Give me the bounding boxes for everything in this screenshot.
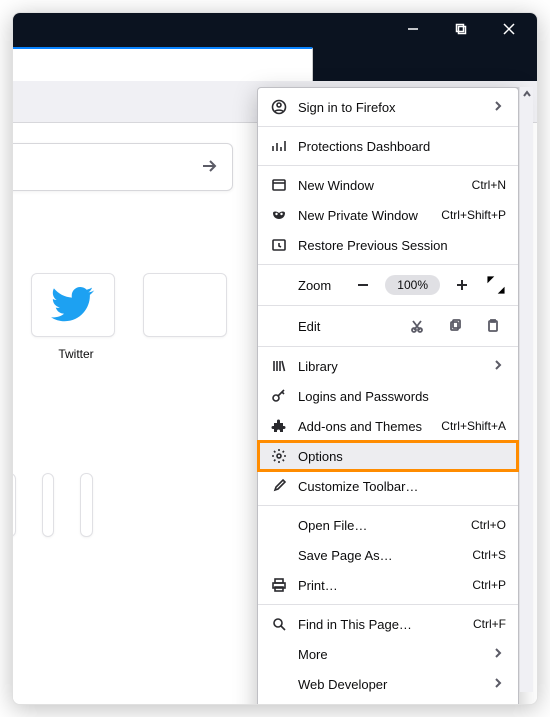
menu-label: Print… [298, 578, 462, 593]
menu-library[interactable]: Library [258, 351, 518, 381]
menu-label: Customize Toolbar… [298, 479, 506, 494]
menu-label: Logins and Passwords [298, 389, 506, 404]
menu-label: Add-ons and Themes [298, 419, 431, 434]
chevron-right-icon [492, 647, 506, 661]
menu-label: Library [298, 359, 482, 374]
mask-icon [270, 206, 288, 224]
menu-print[interactable]: Print… Ctrl+P [258, 570, 518, 600]
cut-button[interactable] [402, 314, 432, 338]
gear-icon [270, 447, 288, 465]
chevron-right-icon [492, 100, 506, 114]
menu-customize[interactable]: Customize Toolbar… [258, 471, 518, 501]
print-icon [270, 576, 288, 594]
menu-edit: Edit [258, 310, 518, 342]
menu-label: Protections Dashboard [298, 139, 506, 154]
menu-new-window[interactable]: New Window Ctrl+N [258, 170, 518, 200]
restore-icon [270, 236, 288, 254]
library-icon [270, 357, 288, 375]
browser-window: Twitter Sign in to Firefox Protections D… [12, 12, 538, 705]
twitter-icon [51, 282, 95, 329]
app-menu: Sign in to Firefox Protections Dashboard… [257, 87, 519, 705]
top-site-twitter[interactable]: Twitter [31, 273, 121, 361]
shortcut: Ctrl+P [472, 578, 506, 592]
maximize-button[interactable] [439, 13, 483, 45]
key-icon [270, 387, 288, 405]
top-site-empty[interactable] [80, 473, 93, 537]
menu-label: Save Page As… [298, 548, 462, 563]
close-button[interactable] [487, 13, 531, 45]
menu-label: More [298, 647, 482, 662]
menu-label: Find in This Page… [298, 617, 463, 632]
top-site-empty[interactable] [12, 473, 16, 537]
paste-button[interactable] [478, 314, 508, 338]
separator [258, 505, 518, 506]
menu-label: New Window [298, 178, 462, 193]
minimize-button[interactable] [391, 13, 435, 45]
menu-save-page[interactable]: Save Page As… Ctrl+S [258, 540, 518, 570]
separator [258, 604, 518, 605]
zoom-value[interactable]: 100% [385, 275, 440, 295]
fullscreen-button[interactable] [484, 273, 508, 297]
dashboard-icon [270, 137, 288, 155]
search-input[interactable] [12, 143, 233, 191]
menu-label: Open File… [298, 518, 461, 533]
edit-label: Edit [270, 319, 320, 334]
shortcut: Ctrl+Shift+A [441, 419, 506, 433]
separator [258, 126, 518, 127]
puzzle-icon [270, 417, 288, 435]
menu-label: Options [298, 449, 506, 464]
shortcut: Ctrl+F [473, 617, 506, 631]
arrow-right-icon [200, 157, 218, 178]
chevron-right-icon [492, 677, 506, 691]
shortcut: Ctrl+N [472, 178, 506, 192]
menu-label: Sign in to Firefox [298, 100, 482, 115]
tile-label: Twitter [31, 347, 121, 361]
menu-help[interactable]: Help [258, 699, 518, 705]
zoom-out-button[interactable] [349, 273, 377, 297]
menu-new-private-window[interactable]: New Private Window Ctrl+Shift+P [258, 200, 518, 230]
menu-web-developer[interactable]: Web Developer [258, 669, 518, 699]
shortcut: Ctrl+S [472, 548, 506, 562]
shortcut: Ctrl+O [471, 518, 506, 532]
top-site-empty[interactable] [143, 273, 233, 337]
separator [258, 305, 518, 306]
window-icon [270, 176, 288, 194]
menu-open-file[interactable]: Open File… Ctrl+O [258, 510, 518, 540]
menu-label: Restore Previous Session [298, 238, 506, 253]
top-site-empty[interactable] [42, 473, 55, 537]
search-icon [270, 615, 288, 633]
menu-logins[interactable]: Logins and Passwords [258, 381, 518, 411]
paintbrush-icon [270, 477, 288, 495]
menu-zoom: Zoom 100% [258, 269, 518, 301]
menu-addons[interactable]: Add-ons and Themes Ctrl+Shift+A [258, 411, 518, 441]
separator [258, 264, 518, 265]
menu-signin[interactable]: Sign in to Firefox [258, 92, 518, 122]
chevron-right-icon [492, 359, 506, 373]
menu-protections[interactable]: Protections Dashboard [258, 131, 518, 161]
scrollbar[interactable] [519, 87, 533, 692]
active-tab[interactable] [13, 47, 313, 83]
menu-find[interactable]: Find in This Page… Ctrl+F [258, 609, 518, 639]
copy-button[interactable] [440, 314, 470, 338]
menu-label: New Private Window [298, 208, 431, 223]
menu-options[interactable]: Options [258, 441, 518, 471]
menu-restore-session[interactable]: Restore Previous Session [258, 230, 518, 260]
separator [258, 165, 518, 166]
titlebar [13, 13, 537, 45]
menu-more[interactable]: More [258, 639, 518, 669]
zoom-in-button[interactable] [448, 273, 476, 297]
shortcut: Ctrl+Shift+P [441, 208, 506, 222]
zoom-label: Zoom [270, 278, 331, 293]
scroll-up-icon[interactable] [520, 87, 533, 101]
account-icon [270, 98, 288, 116]
menu-label: Web Developer [298, 677, 482, 692]
separator [258, 346, 518, 347]
